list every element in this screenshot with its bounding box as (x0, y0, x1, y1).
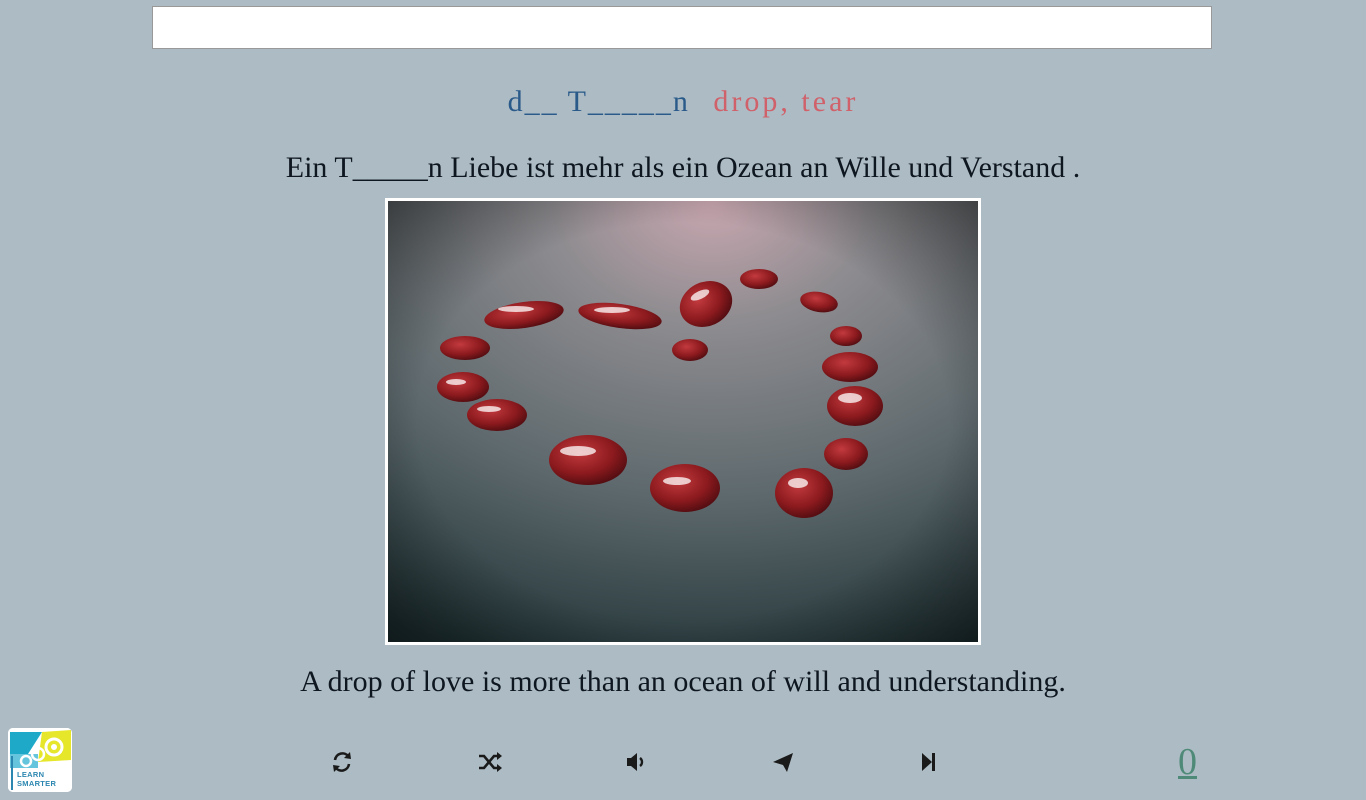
send-icon (773, 753, 793, 772)
logo-text: LEARN SMARTER (17, 770, 57, 788)
illustration-image (385, 198, 981, 645)
sentence-translation: A drop of love is more than an ocean of … (300, 665, 1066, 698)
answer-input[interactable] (152, 6, 1212, 49)
refresh-button[interactable] (324, 744, 360, 780)
audio-button[interactable] (618, 744, 654, 780)
skip-next-icon (922, 753, 935, 771)
example-sentence: Ein T_____n Liebe ist mehr als ein Ozean… (285, 151, 1081, 184)
heart-drops-photo (388, 201, 978, 642)
score-counter[interactable]: 0 (1178, 740, 1197, 784)
shuffle-button[interactable] (472, 744, 508, 780)
shuffle-icon (479, 752, 502, 772)
refresh-icon (333, 752, 351, 772)
learn-smarter-logo[interactable]: LEARN SMARTER (8, 728, 72, 792)
next-button[interactable] (910, 744, 946, 780)
volume-icon (627, 753, 644, 771)
word-translation: drop, tear (713, 85, 859, 118)
word-hint: d__ T_____n (507, 85, 690, 118)
send-button[interactable] (765, 744, 801, 780)
word-line: d__ T_____n drop, tear (0, 82, 1366, 122)
